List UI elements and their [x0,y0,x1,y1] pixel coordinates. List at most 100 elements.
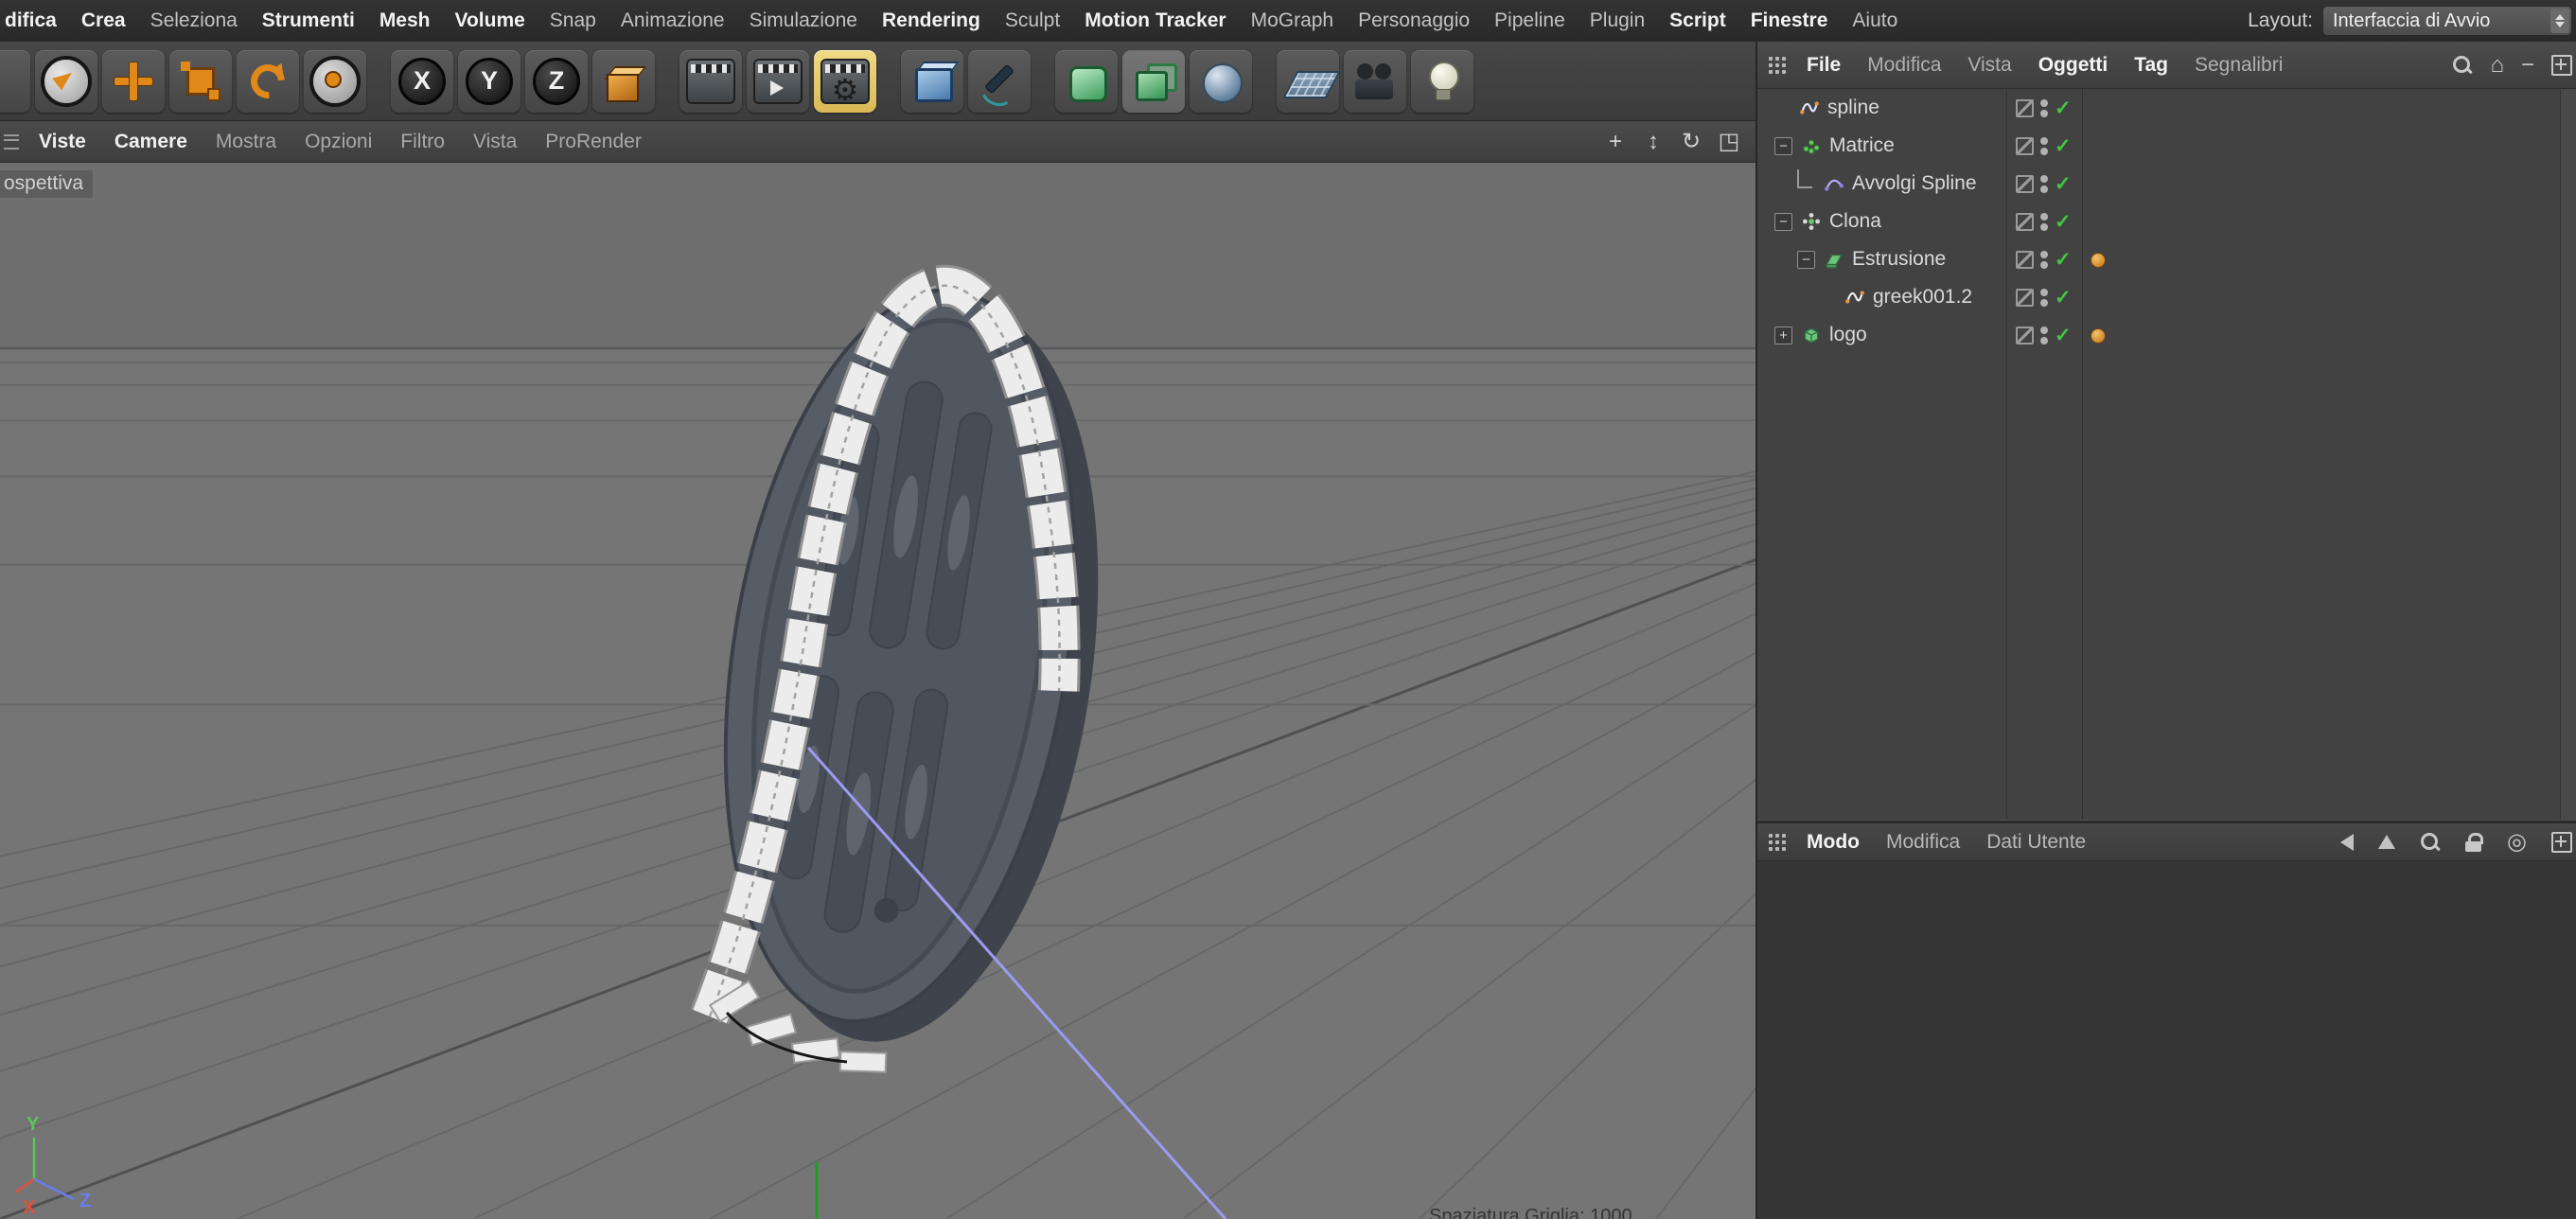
layer-chip-icon[interactable] [2016,213,2034,231]
floor-button[interactable] [1277,50,1339,113]
rotate-button[interactable] [237,50,299,113]
menu-pipeline[interactable]: Pipeline [1482,9,1578,32]
layer-chip-icon[interactable] [2016,289,2034,307]
minus-expander-icon[interactable]: − [1797,251,1815,269]
enabled-check-icon[interactable]: ✓ [2055,98,2072,118]
menu-snap[interactable]: Snap [538,9,609,32]
visibility-dots-icon[interactable] [2040,327,2048,344]
menu-finestre[interactable]: Finestre [1738,9,1841,32]
phong-tag-icon[interactable] [2091,253,2106,268]
enabled-check-icon[interactable]: ✓ [2055,174,2072,194]
menu-sculpt[interactable]: Sculpt [993,9,1072,32]
viewport-panel-icon[interactable] [4,134,19,150]
viewport-menu-filtro[interactable]: Filtro [386,131,459,153]
menu-simulazione[interactable]: Simulazione [737,9,870,32]
render-settings-button[interactable] [814,50,876,113]
menu-animazione[interactable]: Animazione [609,9,737,32]
rotate-view-icon[interactable]: ↻ [1678,128,1704,155]
viewport-menu-camere[interactable]: Camere [100,131,202,153]
enabled-check-icon[interactable]: ✓ [2055,288,2072,308]
object-label[interactable]: Avvolgi Spline [1852,172,1977,195]
visibility-dots-icon[interactable] [2040,99,2048,117]
enabled-check-icon[interactable]: ✓ [2055,250,2072,270]
om-tab-oggetti[interactable]: Oggetti [2025,54,2122,77]
edge-cut-button[interactable] [0,50,30,113]
dolly-view-icon[interactable]: ↕ [1640,129,1667,155]
viewport-menu-viste[interactable]: Viste [25,131,100,153]
search-icon[interactable] [2420,832,2441,853]
am-tab-modifica[interactable]: Modifica [1873,831,1973,854]
layout-select[interactable]: Interfaccia di Avvio [2322,6,2572,36]
menu-motion-tracker[interactable]: Motion Tracker [1072,9,1238,32]
phong-tag-icon[interactable] [2091,328,2106,344]
pan-view-icon[interactable]: + [1602,129,1629,155]
om-tab-vista[interactable]: Vista [1954,54,2024,77]
live-selection-button[interactable] [35,50,97,113]
object-row-greek001-2[interactable]: greek001.2 ✓ [1757,278,2576,316]
menu-crea[interactable]: Crea [69,9,138,32]
viewport-menu-vista[interactable]: Vista [459,131,531,153]
camera-button[interactable] [1344,50,1406,113]
viewport[interactable]: Y Z X ospettiva Spaziatura Griglia: 1000 [0,163,1756,1219]
select-stepper-icon[interactable] [2550,9,2569,33]
menu-mograph[interactable]: MoGraph [1239,9,1347,32]
layer-chip-icon[interactable] [2016,137,2034,155]
lock-z-axis-button[interactable]: Z [525,50,588,113]
layer-chip-icon[interactable] [2016,251,2034,269]
menu-personaggio[interactable]: Personaggio [1346,9,1482,32]
object-row-matrice[interactable]: −Matrice✓ [1757,127,2576,165]
om-tab-modifica[interactable]: Modifica [1854,54,1954,77]
minus-expander-icon[interactable]: − [1774,213,1792,231]
object-row-estrusione[interactable]: − Estrusione ✓ [1757,240,2576,278]
subdivision-surface-button[interactable] [1055,50,1118,113]
viewport-menu-opzioni[interactable]: Opzioni [291,131,386,153]
layer-chip-icon[interactable] [2016,327,2034,344]
menu-mesh[interactable]: Mesh [367,9,443,32]
menu-strumenti[interactable]: Strumenti [250,9,367,32]
menu-difica[interactable]: difica [0,9,69,32]
menu-rendering[interactable]: Rendering [870,9,993,32]
enabled-check-icon[interactable]: ✓ [2055,136,2072,156]
menu-volume[interactable]: Volume [443,9,538,32]
object-manager-scrollbar[interactable] [2560,89,2576,820]
spline-pen-button[interactable] [968,50,1031,113]
render-picture-viewer-button[interactable] [747,50,809,113]
deformer-button[interactable] [1190,50,1252,113]
viewport-menu-prorender[interactable]: ProRender [531,131,656,153]
move-button[interactable] [102,50,165,113]
viewport-menu-mostra[interactable]: Mostra [202,131,291,153]
object-label[interactable]: Clona [1829,210,1881,233]
add-primitive-button[interactable] [901,50,963,113]
enabled-check-icon[interactable]: ✓ [2055,326,2072,345]
enabled-check-icon[interactable]: ✓ [2055,212,2072,232]
am-tab-modo[interactable]: Modo [1793,831,1873,854]
object-label[interactable]: spline [1827,97,1879,119]
lock-icon[interactable] [2465,832,2482,853]
object-row-avvolgi-spline[interactable]: Avvolgi Spline ✓ [1757,165,2576,203]
scale-button[interactable] [169,50,232,113]
panel-grip-icon[interactable] [1769,57,1786,74]
object-label[interactable]: logo [1829,324,1867,346]
object-row-clona[interactable]: − Clona ✓ [1757,203,2576,240]
om-tab-tag[interactable]: Tag [2121,54,2181,77]
object-label[interactable]: Estrusione [1852,248,1946,271]
om-tab-segnalibri[interactable]: Segnalibri [2181,54,2296,77]
panel-grip-icon[interactable] [1769,834,1786,851]
last-tool-button[interactable] [304,50,366,113]
menu-seleziona[interactable]: Seleziona [138,9,250,32]
cursor-mode-icon[interactable] [2378,835,2395,849]
render-view-button[interactable] [679,50,742,113]
search-icon[interactable] [2452,55,2473,76]
menu-aiuto[interactable]: Aiuto [1840,9,1910,32]
light-button[interactable] [1411,50,1473,113]
generators-button[interactable] [1122,50,1185,113]
minus-icon[interactable]: − [2521,54,2534,77]
object-label[interactable]: greek001.2 [1873,286,1972,309]
am-tab-dati-utente[interactable]: Dati Utente [1973,831,2099,854]
menu-plugin[interactable]: Plugin [1578,9,1657,32]
add-panel-icon[interactable] [2551,55,2572,76]
menu-script[interactable]: Script [1657,9,1738,32]
object-label[interactable]: Matrice [1829,134,1895,157]
object-row-logo[interactable]: +logo✓ [1757,316,2576,354]
maximize-view-icon[interactable]: ◳ [1716,128,1742,155]
